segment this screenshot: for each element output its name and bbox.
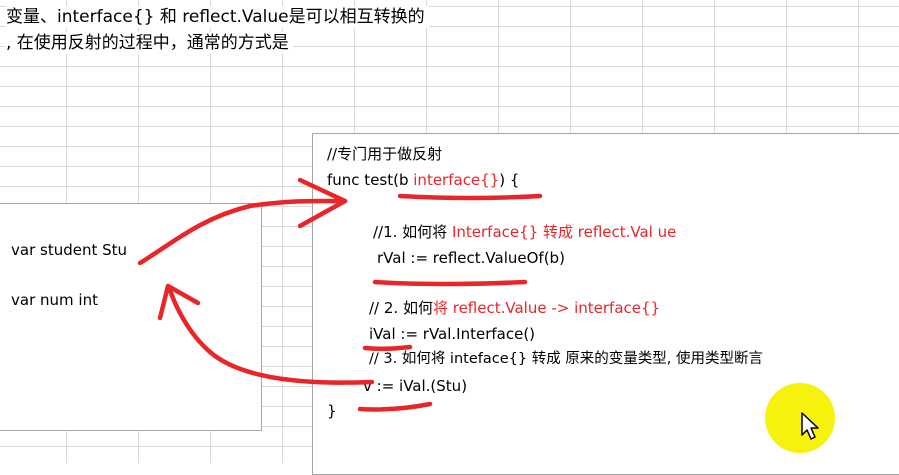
underline-interface-param <box>397 193 543 201</box>
arrow-v-to-student <box>167 287 375 385</box>
mouse-cursor-icon <box>801 412 819 440</box>
underline-ival <box>362 344 413 352</box>
arrow-student-to-func <box>137 198 348 266</box>
underline-v <box>357 401 433 412</box>
red-annotations <box>137 177 543 412</box>
underline-rval <box>372 279 528 287</box>
